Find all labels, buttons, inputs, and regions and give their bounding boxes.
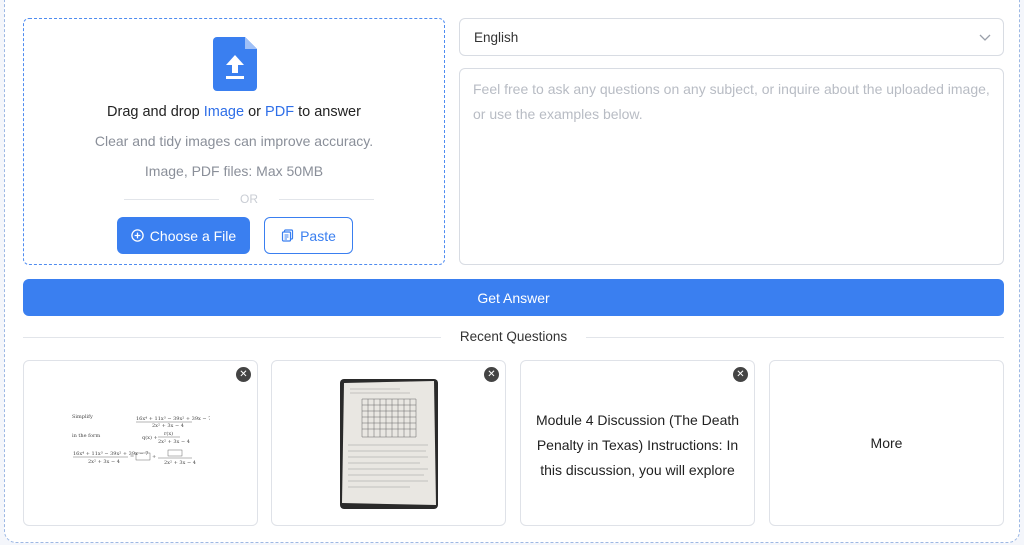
drag-drop-text: Drag and drop Image or PDF to answer [107,104,361,120]
recent-question-text: Module 4 Discussion (The Death Penalty i… [535,412,740,478]
svg-text:16x⁴ + 11x³ − 39x² + 39x − 7: 16x⁴ + 11x³ − 39x² + 39x − 7 [73,451,148,457]
math-equation-thumbnail: Simplify 16x⁴ + 11x³ − 39x² + 39x − 7 2x… [72,414,210,466]
or-divider: OR [124,191,374,207]
language-select[interactable]: English [459,18,1004,56]
close-icon[interactable]: ✕ [236,367,251,382]
svg-text:=: = [130,454,134,460]
svg-text:2x² + 3x − 4: 2x² + 3x − 4 [158,439,190,445]
recent-card[interactable]: ✕ Simplify 16x⁴ + 11x³ − 39x² + 39x − 7 … [23,360,258,526]
recent-card[interactable]: ✕ Module 4 Discussion (The Death Penalty… [520,360,755,526]
clipboard-icon [281,229,294,242]
plus-circle-icon [131,229,144,242]
svg-text:16x⁴ + 11x³ − 39x² + 39x − 7: 16x⁴ + 11x³ − 39x² + 39x − 7 [136,416,210,422]
pdf-link[interactable]: PDF [265,104,294,120]
chevron-down-icon [979,34,991,41]
choose-file-button[interactable]: Choose a File [117,217,250,254]
paste-button[interactable]: Paste [264,217,353,254]
close-icon[interactable]: ✕ [733,367,748,382]
recent-card[interactable]: ✕ [271,360,506,526]
svg-text:q(x) +: q(x) + [142,434,158,441]
svg-text:2x² + 3x − 4: 2x² + 3x − 4 [164,460,196,466]
close-icon[interactable]: ✕ [484,367,499,382]
svg-text:2x² + 3x − 4: 2x² + 3x − 4 [88,459,120,465]
upload-dropzone[interactable]: Drag and drop Image or PDF to answer Cle… [23,18,445,265]
language-value: English [474,29,519,45]
svg-text:r(x): r(x) [164,430,173,437]
svg-text:Simplify: Simplify [72,414,93,420]
accuracy-hint: Clear and tidy images can improve accura… [94,133,374,149]
recent-questions-header: Recent Questions [23,327,1004,347]
more-label: More [870,435,903,451]
get-answer-button[interactable]: Get Answer [23,279,1004,316]
file-limits: Image, PDF files: Max 50MB [144,163,324,179]
svg-text:+: + [152,454,156,460]
worksheet-photo-thumbnail [340,379,438,509]
svg-text:2x² + 3x − 4: 2x² + 3x − 4 [152,423,184,429]
svg-text:in the form: in the form [72,433,100,439]
upload-file-icon [213,37,257,91]
question-input[interactable]: Feel free to ask any questions on any su… [459,68,1004,265]
image-link[interactable]: Image [204,104,244,120]
more-button[interactable]: More [769,360,1004,526]
